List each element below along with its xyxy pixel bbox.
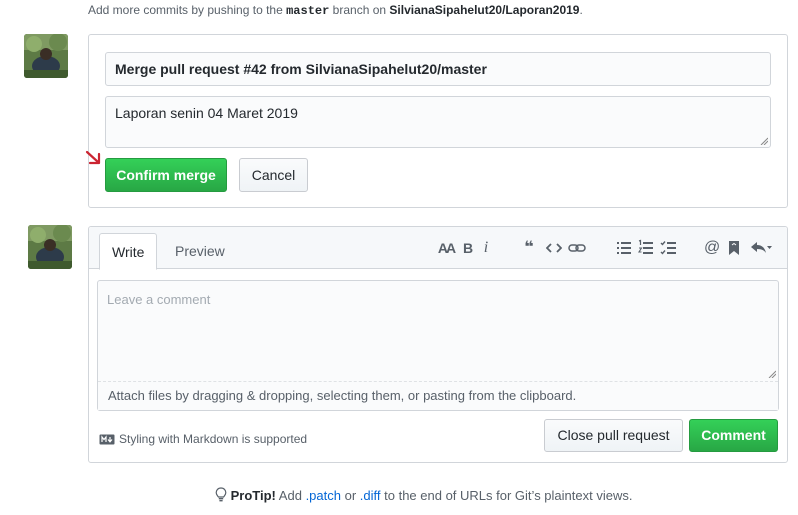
merge-message-text: Laporan senin 04 Maret 2019 (115, 105, 298, 121)
cancel-button[interactable]: Cancel (239, 158, 308, 192)
quote-icon-text: ❝ (524, 239, 534, 256)
protip-text-2: to the end of URLs for Git’s plaintext v… (384, 488, 633, 503)
avatar[interactable] (28, 225, 72, 269)
bulleted-list-icon[interactable] (616, 239, 632, 257)
protip-text-1: Add (278, 488, 302, 503)
merge-message-textarea[interactable]: Laporan senin 04 Maret 2019 (105, 96, 771, 148)
branch-name: master (286, 4, 330, 18)
merge-hint-middle: branch on (332, 3, 387, 17)
italic-icon[interactable]: i (481, 239, 491, 257)
mention-icon[interactable]: @ (704, 239, 720, 257)
link-icon[interactable] (568, 239, 586, 257)
comment-toolbar: Write Preview AA B i ❝ @ (89, 227, 787, 270)
code-icon[interactable] (546, 239, 562, 257)
confirm-merge-button[interactable]: Confirm merge (105, 158, 227, 192)
bold-icon-text: B (462, 240, 474, 256)
protip: ProTip! Add .patch or .diff to the end o… (215, 487, 632, 503)
diff-link[interactable]: .diff (360, 488, 381, 503)
attach-files-bar[interactable]: Attach files by dragging & dropping, sel… (98, 381, 778, 410)
annotation-arrow-icon (85, 150, 101, 165)
header-icon[interactable]: AA (436, 239, 456, 257)
merge-hint-suffix: . (579, 3, 583, 17)
task-list-icon[interactable] (660, 239, 677, 257)
tab-write[interactable]: Write (99, 233, 158, 270)
bold-icon[interactable]: B (462, 239, 474, 257)
header-icon-text: AA (437, 240, 456, 256)
protip-or: or (344, 488, 357, 503)
merge-hint-prefix: Add more commits by pushing to the (88, 3, 283, 17)
comment-textarea[interactable] (98, 281, 778, 380)
resize-handle-icon[interactable] (760, 137, 768, 145)
protip-label: ProTip! (230, 488, 276, 503)
close-pull-request-button[interactable]: Close pull request (544, 419, 683, 452)
tab-preview[interactable]: Preview (163, 233, 237, 270)
comment-textarea-wrapper: Attach files by dragging & dropping, sel… (97, 280, 779, 411)
numbered-list-icon[interactable] (638, 239, 654, 257)
bookmark-icon[interactable] (728, 239, 740, 257)
avatar[interactable] (24, 34, 68, 78)
comment-form: Write Preview AA B i ❝ @ Leave a comment… (88, 226, 788, 463)
merge-form: Merge pull request #42 from SilvianaSipa… (88, 34, 788, 208)
resize-handle-icon[interactable] (768, 370, 776, 378)
comment-button[interactable]: Comment (689, 419, 778, 452)
italic-icon-text: i (483, 239, 489, 256)
markdown-note-text: Styling with Markdown is supported (119, 432, 308, 446)
patch-link[interactable]: .patch (306, 488, 341, 503)
quote-icon[interactable]: ❝ (522, 239, 536, 257)
markdown-icon (99, 434, 115, 445)
markdown-note[interactable]: Styling with Markdown is supported (99, 432, 307, 446)
mention-icon-text: @ (704, 239, 721, 256)
merge-hint-text: Add more commits by pushing to the maste… (88, 3, 583, 18)
lightbulb-icon (215, 487, 227, 502)
merge-title-input[interactable]: Merge pull request #42 from SilvianaSipa… (105, 52, 771, 86)
reply-icon[interactable] (750, 239, 772, 257)
repo-name[interactable]: SilvianaSipahelut20/Laporan2019 (389, 3, 579, 17)
